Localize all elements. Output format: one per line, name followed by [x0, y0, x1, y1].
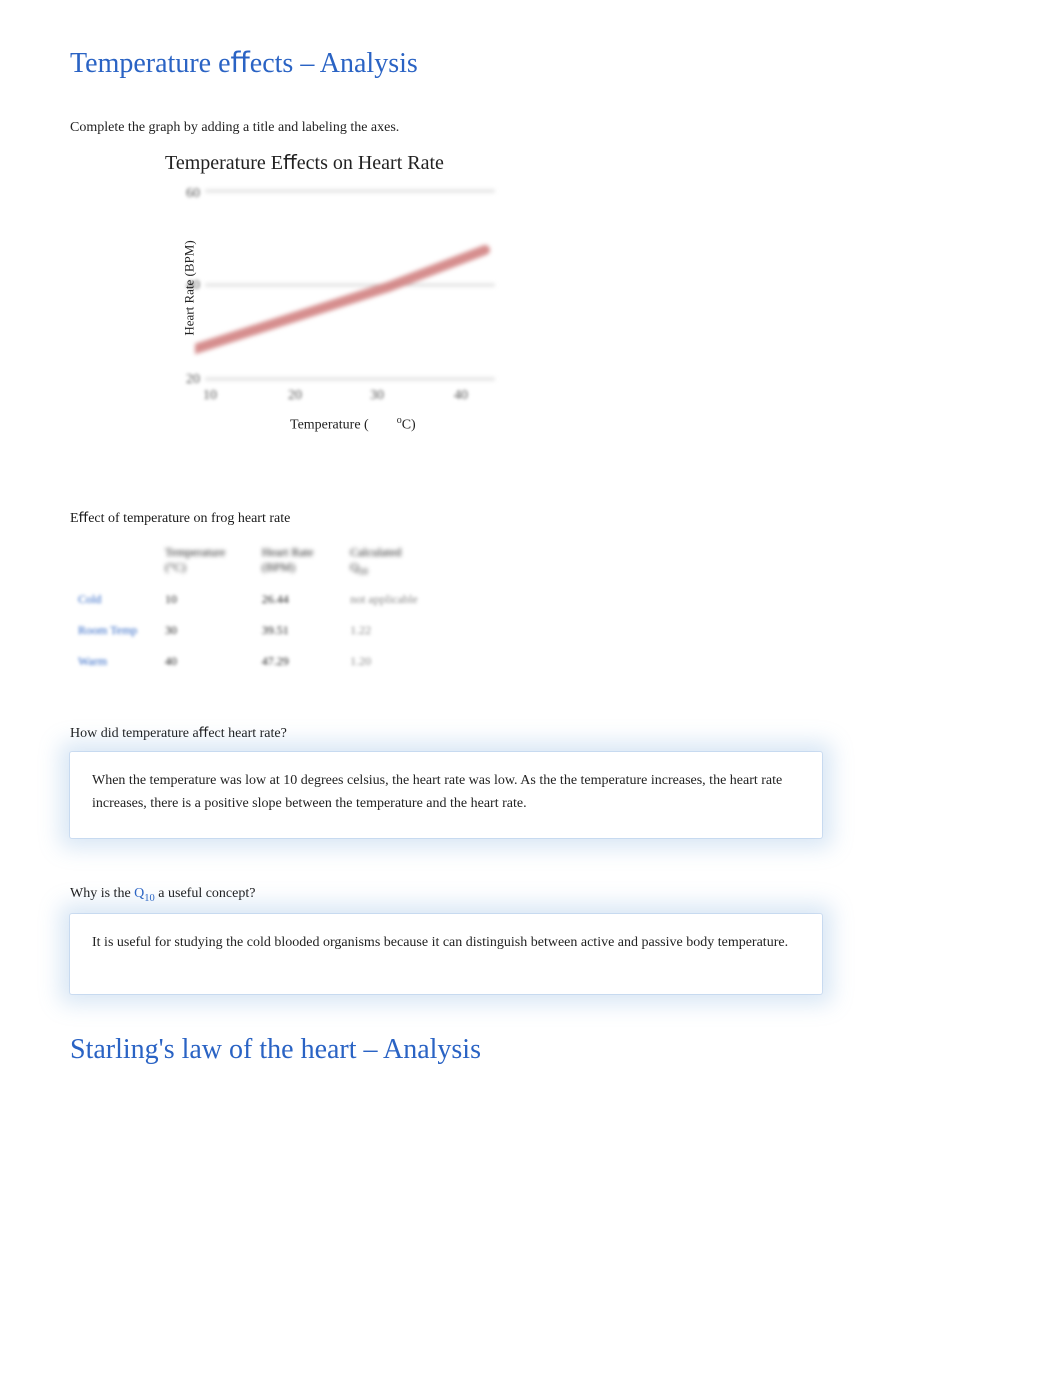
cell-q10-1: 1.22 — [342, 615, 436, 646]
answer-box-1[interactable]: When the temperature was low at 10 degre… — [70, 752, 822, 838]
row-label-warm: Warm — [70, 646, 157, 677]
chart-container: Temperature Eﬀects on Heart Rate 60 40 2… — [70, 150, 500, 460]
th-hr: Heart Rate (BPM) — [254, 537, 342, 584]
q10-inline: Q10 — [134, 886, 155, 901]
th-q10: Calculated Q10 — [342, 537, 436, 584]
question-1: How did temperature aﬀect heart rate? — [70, 725, 992, 742]
row-label-cold: Cold — [70, 584, 157, 615]
cell-temp-0: 10 — [157, 584, 254, 615]
cell-temp-2: 40 — [157, 646, 254, 677]
instruction-1: Complete the graph by adding a title and… — [70, 120, 992, 136]
x-tick-30: 30 — [370, 388, 384, 404]
th-q10-label: Calculated — [350, 545, 401, 559]
cell-q10-2: 1.20 — [342, 646, 436, 677]
cell-hr-0: 26.44 — [254, 584, 342, 615]
x-axis-label-text: Temperature ( — [290, 418, 369, 433]
table-row: Room Temp 30 39.51 1.22 — [70, 615, 436, 646]
th-blank — [70, 537, 157, 584]
cell-hr-2: 47.29 — [254, 646, 342, 677]
cell-q10-0: not applicable — [342, 584, 436, 615]
x-axis-label: Temperature ( oC) — [290, 415, 416, 434]
table-caption: Eﬀect of temperature on frog heart rate — [70, 510, 992, 527]
cell-hr-1: 39.51 — [254, 615, 342, 646]
data-table: Temperature (°C) Heart Rate (BPM) Calcul… — [70, 537, 436, 677]
table-row: Cold 10 26.44 not applicable — [70, 584, 436, 615]
table-row: Warm 40 47.29 1.20 — [70, 646, 436, 677]
y-axis-label: Heart Rate (BPM) — [182, 240, 198, 335]
chart-title: Temperature Eﬀects on Heart Rate — [165, 150, 444, 175]
cell-temp-1: 30 — [157, 615, 254, 646]
th-temp: Temperature (°C) — [157, 537, 254, 584]
section-title-1: Temperature eﬀects – Analysis — [70, 46, 992, 80]
answer-box-2[interactable]: It is useful for studying the cold blood… — [70, 914, 822, 994]
question-2: Why is the Q10 a useful concept? — [70, 886, 992, 904]
q2-after: a useful concept? — [158, 886, 255, 901]
x-tick-20: 20 — [288, 388, 302, 404]
q10-symbol: Q10 — [350, 560, 368, 574]
x-tick-40: 40 — [454, 388, 468, 404]
plot-area — [205, 188, 495, 382]
q2-before: Why is the — [70, 886, 134, 901]
table-header-row: Temperature (°C) Heart Rate (BPM) Calcul… — [70, 537, 436, 584]
section-title-2: Starling's law of the heart – Analysis — [70, 1034, 992, 1066]
data-line — [195, 188, 505, 382]
row-label-room: Room Temp — [70, 615, 157, 646]
x-tick-10: 10 — [203, 388, 217, 404]
